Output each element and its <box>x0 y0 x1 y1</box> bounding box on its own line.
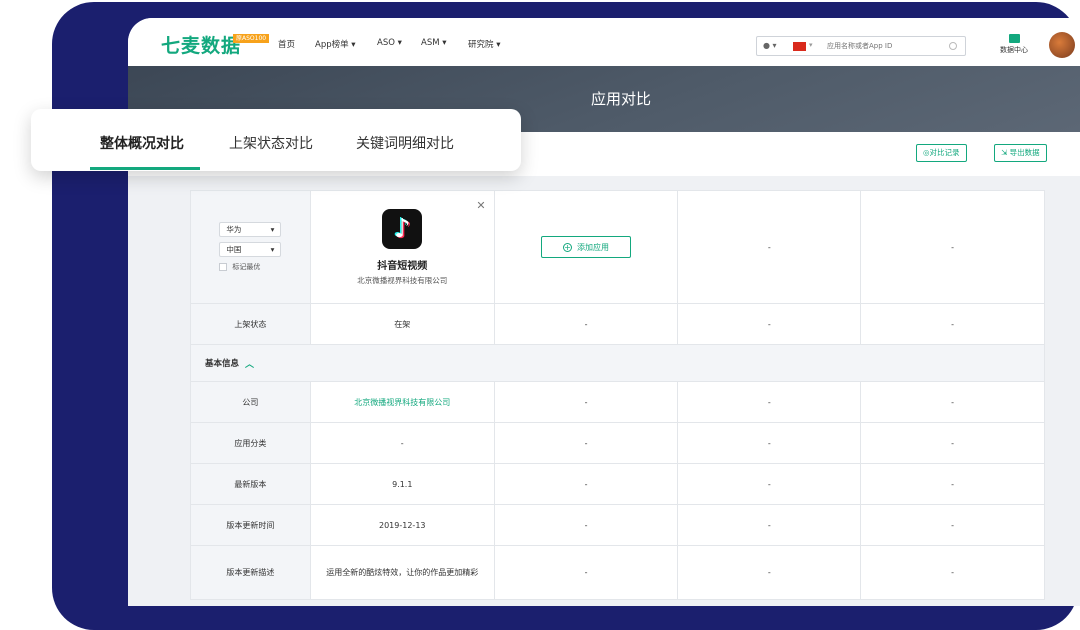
app-card: ✕ ♪ 抖音短视频 北京微播视界科技有限公司 <box>311 191 495 303</box>
cell-value: - <box>311 423 495 463</box>
cell-value: 2019-12-13 <box>311 505 495 545</box>
apple-icon: ● <box>763 41 770 50</box>
store-select[interactable]: 华为 ▾ <box>219 222 282 237</box>
nav-research[interactable]: 研究院 ▾ <box>468 38 500 50</box>
row-label: 版本更新时间 <box>191 505 311 545</box>
add-app-cell: + 添加应用 <box>495 191 679 303</box>
chevron-down-icon: ▾ <box>270 225 275 234</box>
close-icon[interactable]: ✕ <box>476 199 485 212</box>
apple-os-select[interactable]: ● ▾ <box>763 41 777 50</box>
table-row: 公司 北京微播视界科技有限公司 - - - <box>191 382 1045 423</box>
top-navbar: 七麦数据 原ASO100 首页 App榜单 ▾ ASO ▾ ASM ▾ 研究院 … <box>128 18 1080 66</box>
search-box: ● ▾ ▾ <box>756 36 966 56</box>
table-row: 华为 ▾ 中国 ▾ 标记最优 ✕ ♪ 抖音短视频 北京微播视界科技有限公司 + 添加… <box>191 191 1045 304</box>
chevron-down-icon: ▾ <box>270 245 275 254</box>
cell-value: - <box>495 464 679 504</box>
tab-keyword-detail-compare[interactable]: 关键词明细对比 <box>356 133 454 153</box>
browser-screen: 七麦数据 原ASO100 首页 App榜单 ▾ ASO ▾ ASM ▾ 研究院 … <box>128 18 1080 606</box>
filter-cell: 华为 ▾ 中国 ▾ 标记最优 <box>191 191 311 303</box>
data-center-label: 数据中心 <box>1000 46 1028 54</box>
tab-listing-status-compare[interactable]: 上架状态对比 <box>229 133 313 153</box>
cell-value: - <box>861 382 1045 422</box>
empty-slot: - <box>678 191 862 303</box>
company-link[interactable]: 北京微播视界科技有限公司 <box>311 382 495 422</box>
cell-value: 在架 <box>311 304 495 344</box>
logo-badge: 原ASO100 <box>233 34 270 43</box>
checkbox-icon <box>219 263 228 271</box>
data-center-link[interactable]: 数据中心 <box>994 34 1034 55</box>
cell-value: - <box>861 423 1045 463</box>
country-select[interactable]: 中国 ▾ <box>219 242 282 257</box>
cell-value: - <box>678 505 862 545</box>
cell-value: - <box>495 505 679 545</box>
search-icon[interactable] <box>949 42 957 50</box>
compare-records-button[interactable]: ◎对比记录 <box>916 144 967 162</box>
plus-circle-icon: + <box>563 242 573 252</box>
cell-value: - <box>678 382 862 422</box>
cell-value: - <box>861 505 1045 545</box>
empty-slot: - <box>861 191 1045 303</box>
nav-aso[interactable]: ASO ▾ <box>377 38 402 48</box>
export-data-button[interactable]: ⇲ 导出数据 <box>994 144 1047 162</box>
tab-bar-card: 整体概况对比 上架状态对比 关键词明细对比 <box>31 109 521 171</box>
cell-value: - <box>678 464 862 504</box>
cell-value: - <box>495 382 679 422</box>
cell-value: - <box>861 304 1045 344</box>
cell-value: - <box>861 464 1045 504</box>
cell-value: - <box>678 423 862 463</box>
tab-overview-compare[interactable]: 整体概况对比 <box>100 133 184 153</box>
cell-value: - <box>495 546 679 599</box>
row-label: 版本更新描述 <box>191 546 311 599</box>
nav-home[interactable]: 首页 <box>278 38 295 50</box>
chevron-down-icon[interactable]: ▾ <box>809 41 813 49</box>
row-label: 上架状态 <box>191 304 311 344</box>
mark-best-checkbox[interactable]: 标记最优 <box>219 262 260 272</box>
add-app-button[interactable]: + 添加应用 <box>541 236 632 258</box>
bar-chart-icon <box>1008 34 1020 43</box>
comparison-table: 华为 ▾ 中国 ▾ 标记最优 ✕ ♪ 抖音短视频 北京微播视界科技有限公司 + 添加… <box>190 190 1046 600</box>
nav-app-rankings[interactable]: App榜单 ▾ <box>315 38 356 50</box>
section-basic-info[interactable]: 基本信息 ︿ <box>191 345 1045 382</box>
china-flag-icon[interactable] <box>793 42 806 51</box>
cell-value: 运用全新的酷炫特效，让你的作品更加精彩 <box>311 546 495 599</box>
site-logo[interactable]: 七麦数据 <box>161 31 241 58</box>
cell-value: - <box>495 423 679 463</box>
table-row: 最新版本 9.1.1 - - - <box>191 464 1045 505</box>
app-company: 北京微播视界科技有限公司 <box>357 275 448 285</box>
app-name[interactable]: 抖音短视频 <box>377 257 427 272</box>
nav-asm[interactable]: ASM ▾ <box>421 38 447 48</box>
search-input[interactable] <box>827 40 942 52</box>
row-label: 应用分类 <box>191 423 311 463</box>
cell-value: - <box>861 546 1046 599</box>
chevron-up-icon[interactable]: ︿ <box>245 357 254 370</box>
row-label: 最新版本 <box>191 464 311 504</box>
cell-value: - <box>678 304 862 344</box>
douyin-app-icon: ♪ <box>382 208 423 249</box>
cell-value: - <box>678 546 862 599</box>
avatar[interactable] <box>1049 32 1075 58</box>
device-frame: 七麦数据 原ASO100 首页 App榜单 ▾ ASO ▾ ASM ▾ 研究院 … <box>52 2 1080 630</box>
table-row: 版本更新时间 2019-12-13 - - - <box>191 505 1045 546</box>
row-label: 公司 <box>191 382 311 422</box>
table-row: 版本更新描述 运用全新的酷炫特效，让你的作品更加精彩 - - - <box>191 546 1046 600</box>
active-tab-indicator <box>90 167 200 170</box>
table-row: 应用分类 - - - - <box>191 423 1045 464</box>
cell-value: - <box>495 304 679 344</box>
table-row: 上架状态 在架 - - - <box>191 304 1045 345</box>
cell-value: 9.1.1 <box>311 464 495 504</box>
page-title: 应用对比 <box>590 90 651 108</box>
